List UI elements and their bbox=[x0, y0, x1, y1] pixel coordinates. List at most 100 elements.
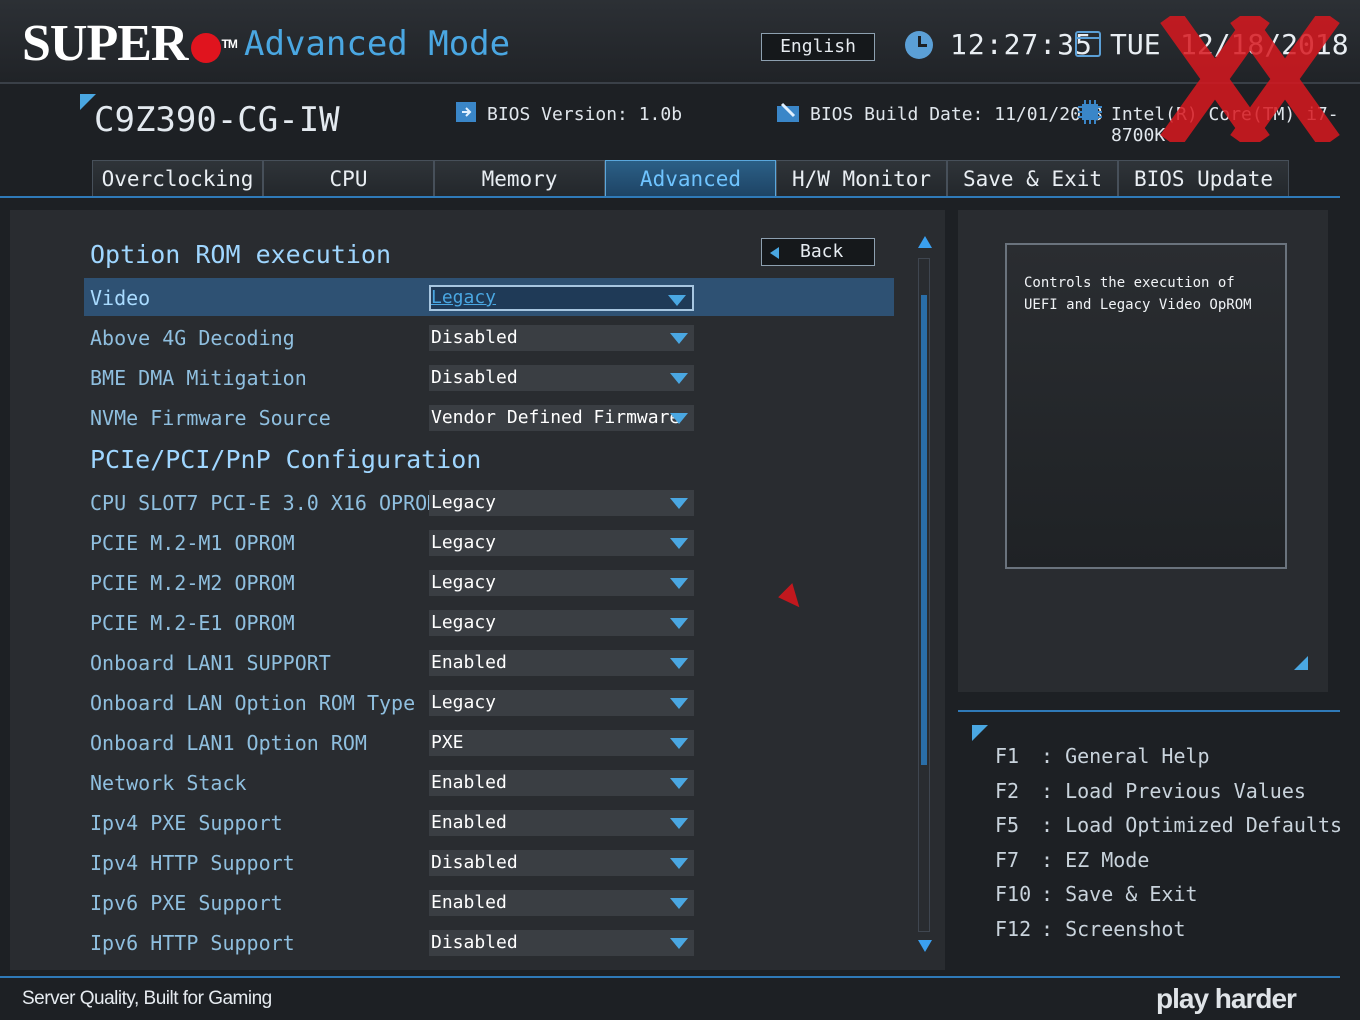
setting-dropdown[interactable]: Legacy bbox=[429, 530, 694, 556]
bios-version: BIOS Version: 1.0b bbox=[487, 104, 683, 125]
back-button[interactable]: Back bbox=[761, 238, 875, 266]
setting-label: Ipv4 PXE Support bbox=[90, 811, 283, 835]
brand-dot-icon bbox=[191, 33, 222, 64]
back-button-label: Back bbox=[800, 241, 844, 262]
setting-label: Ipv4 HTTP Support bbox=[90, 851, 295, 875]
setting-dropdown[interactable]: Enabled bbox=[429, 810, 694, 836]
setting-value: PXE bbox=[431, 732, 464, 753]
dropdown-arrow-icon bbox=[670, 333, 688, 344]
section-title-option-rom: Option ROM execution bbox=[90, 240, 392, 269]
scroll-up-arrow-icon[interactable] bbox=[918, 236, 932, 248]
setting-dropdown[interactable]: Enabled bbox=[429, 650, 694, 676]
setting-value: Vendor Defined Firmware bbox=[431, 407, 681, 428]
setting-value: Enabled bbox=[431, 892, 507, 913]
corner-accent-icon bbox=[972, 725, 988, 741]
setting-dropdown[interactable]: Disabled bbox=[429, 325, 694, 351]
setting-label: Ipv6 HTTP Support bbox=[90, 931, 295, 955]
language-button[interactable]: English bbox=[761, 33, 875, 61]
setting-dropdown[interactable]: Enabled bbox=[429, 770, 694, 796]
footer-divider bbox=[0, 976, 1340, 978]
tab-advanced[interactable]: Advanced bbox=[605, 160, 776, 196]
setting-dropdown[interactable]: Enabled bbox=[429, 890, 694, 916]
dropdown-arrow-icon bbox=[668, 295, 686, 306]
setting-label: Ipv6 PXE Support bbox=[90, 891, 283, 915]
watermark-x-icon bbox=[1160, 16, 1340, 142]
dropdown-arrow-icon bbox=[670, 898, 688, 909]
setting-value: Disabled bbox=[431, 852, 518, 873]
setting-dropdown[interactable]: Legacy bbox=[429, 610, 694, 636]
hotkey-key: F7 bbox=[995, 848, 1020, 872]
hotkey-row: F10 : Save & Exit bbox=[995, 882, 1198, 906]
dropdown-arrow-icon bbox=[670, 658, 688, 669]
dropdown-arrow-icon bbox=[670, 618, 688, 629]
setting-value: Disabled bbox=[431, 932, 518, 953]
setting-label: Above 4G Decoding bbox=[90, 326, 295, 350]
hotkey-row: F7 : EZ Mode bbox=[995, 848, 1149, 872]
hotkey-desc: : Screenshot bbox=[1041, 917, 1186, 941]
setting-value: Disabled bbox=[431, 367, 518, 388]
setting-value: Legacy bbox=[431, 287, 497, 308]
tab-underline bbox=[0, 196, 1340, 198]
hotkey-desc: : EZ Mode bbox=[1041, 848, 1150, 872]
setting-dropdown[interactable]: Disabled bbox=[429, 850, 694, 876]
tab-hw-monitor[interactable]: H/W Monitor bbox=[776, 160, 947, 196]
setting-label: Network Stack bbox=[90, 771, 247, 795]
hotkey-row: F1 : General Help bbox=[995, 744, 1210, 768]
hotkey-key: F1 bbox=[995, 744, 1020, 768]
time-display: 12:27:35 bbox=[950, 28, 1093, 61]
setting-value: Legacy bbox=[431, 492, 497, 513]
tab-save-exit[interactable]: Save & Exit bbox=[947, 160, 1118, 196]
tab-cpu[interactable]: CPU bbox=[263, 160, 434, 196]
dropdown-arrow-icon bbox=[670, 858, 688, 869]
brand-tm: TM bbox=[221, 37, 237, 51]
setting-value: Legacy bbox=[431, 612, 497, 633]
dropdown-arrow-icon bbox=[670, 538, 688, 549]
dropdown-arrow-icon bbox=[670, 578, 688, 589]
day-display: TUE bbox=[1110, 28, 1161, 61]
setting-value: Legacy bbox=[431, 532, 497, 553]
hotkey-key: F5 bbox=[995, 813, 1020, 837]
dropdown-arrow-icon bbox=[670, 818, 688, 829]
build-date-icon bbox=[777, 102, 799, 122]
setting-dropdown[interactable]: Legacy bbox=[429, 285, 694, 311]
hotkey-desc: : General Help bbox=[1041, 744, 1210, 768]
help-description: Controls the execution of UEFI and Legac… bbox=[1024, 275, 1252, 313]
setting-dropdown[interactable]: Disabled bbox=[429, 365, 694, 391]
supermicro-logo: SUPER TM bbox=[22, 14, 238, 74]
setting-value: Legacy bbox=[431, 692, 497, 713]
footer-tagline: Server Quality, Built for Gaming bbox=[22, 988, 272, 1009]
scrollbar-thumb[interactable] bbox=[921, 295, 927, 765]
tab-bios-update[interactable]: BIOS Update bbox=[1118, 160, 1289, 196]
dropdown-arrow-icon bbox=[670, 498, 688, 509]
clock-icon bbox=[905, 31, 933, 59]
hotkey-key: F10 bbox=[995, 882, 1032, 906]
setting-dropdown[interactable]: PXE bbox=[429, 730, 694, 756]
setting-label: Onboard LAN Option ROM Type bbox=[90, 691, 416, 715]
setting-dropdown[interactable]: Legacy bbox=[429, 490, 694, 516]
tab-overclocking[interactable]: Overclocking bbox=[92, 160, 263, 196]
section-title-pcie: PCIe/PCI/PnP Configuration bbox=[90, 445, 482, 474]
footer-slogan: play harder bbox=[1156, 983, 1297, 1014]
scroll-down-arrow-icon[interactable] bbox=[918, 940, 932, 952]
setting-dropdown[interactable]: Disabled bbox=[429, 930, 694, 956]
tab-memory[interactable]: Memory bbox=[434, 160, 605, 196]
bios-chip-icon bbox=[456, 102, 476, 122]
dropdown-arrow-icon bbox=[670, 373, 688, 384]
setting-label: NVMe Firmware Source bbox=[90, 406, 331, 430]
hotkey-desc: : Save & Exit bbox=[1041, 882, 1198, 906]
hotkey-key: F2 bbox=[995, 779, 1020, 803]
dropdown-arrow-icon bbox=[670, 778, 688, 789]
hotkey-key: F12 bbox=[995, 917, 1032, 941]
hotkey-row: F5 : Load Optimized Defaults bbox=[995, 813, 1342, 837]
hotkey-row: F2: Load Previous Values bbox=[995, 779, 1306, 803]
setting-dropdown[interactable]: Vendor Defined Firmware bbox=[429, 405, 694, 431]
board-model: C9Z390-CG-IW bbox=[94, 100, 340, 140]
setting-value: Enabled bbox=[431, 812, 507, 833]
dropdown-arrow-icon bbox=[670, 938, 688, 949]
hotkey-desc: : Load Optimized Defaults bbox=[1041, 813, 1343, 837]
cpu-icon bbox=[1078, 100, 1102, 124]
setting-label: Onboard LAN1 SUPPORT bbox=[90, 651, 331, 675]
setting-dropdown[interactable]: Legacy bbox=[429, 570, 694, 596]
setting-label: PCIE M.2-E1 OPROM bbox=[90, 611, 295, 635]
setting-dropdown[interactable]: Legacy bbox=[429, 690, 694, 716]
